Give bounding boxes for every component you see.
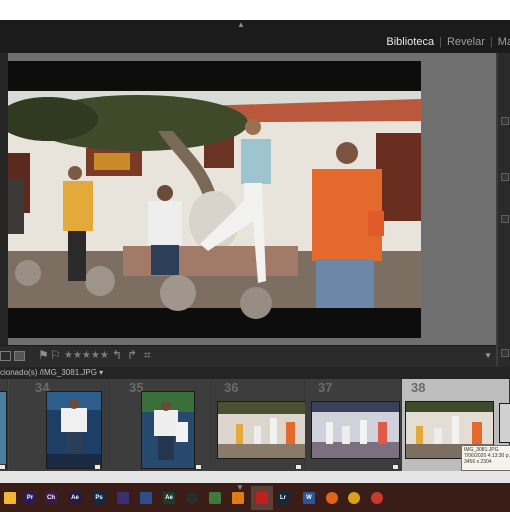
crop-overlay-icon[interactable]: ⌗ [144,348,151,363]
thumbnail[interactable] [46,391,102,469]
photoshop-icon[interactable]: Ps [93,492,105,504]
filmstrip-header: cionado(s) /IMG_3081.JPG ▾ [0,367,510,379]
app-icon[interactable] [117,492,129,504]
cell-number: 36 [224,380,239,395]
filmstrip: 34 35 36 37 38 [0,379,510,471]
filmstrip-cell[interactable]: 37 [305,379,402,471]
tooltip-dimensions: 3456 x 2304 [464,459,492,465]
grid-view-icon[interactable] [0,351,11,361]
thumbnail-image [142,392,194,468]
loupe-toolbar: ⚑ ⚐ ★★★★★ ↰ ↱ ⌗ ▼ [0,345,496,367]
cell-number: 38 [411,380,426,395]
filmstrip-source-path[interactable]: cionado(s) /IMG_3081.JPG ▾ [0,368,103,377]
app-icon[interactable] [209,492,221,504]
module-header: ▲ Biblioteca | Revelar | Ma [0,20,510,53]
thumbnail-badge-icon [295,464,302,470]
cell-number: 37 [318,380,333,395]
taskbar: Pr Ch Ae Ps Ae Lr W [0,483,510,512]
top-margin [0,0,510,20]
thumbnail-next[interactable] [499,403,510,443]
thumbnail-image [312,402,399,458]
loupe-view-icon[interactable] [14,351,25,361]
collapse-top-panel-icon[interactable]: ▲ [237,21,245,29]
rotate-left-icon[interactable]: ↰ [112,348,122,362]
lightroom-icon[interactable]: Lr [277,492,289,504]
star-rating[interactable]: ★★★★★ [64,350,109,361]
thumbnail[interactable] [311,401,400,459]
word-icon[interactable]: W [303,492,315,504]
panel-toggle-icon[interactable] [501,349,509,357]
premiere-pro-icon[interactable]: Pr [24,492,36,504]
firefox-icon[interactable] [326,492,338,504]
panel-toggle-icon[interactable] [501,117,509,125]
module-mapa[interactable]: Ma [493,36,510,48]
obs-icon[interactable] [186,492,198,504]
thumbnail-badge-icon [195,464,202,470]
thumbnail-badge-icon [94,464,101,470]
thumbnail[interactable] [141,391,195,469]
thumbnail-badge-icon [392,464,399,470]
filmstrip-bottom-gap [0,471,510,483]
loupe-workspace [8,53,496,345]
source-dropdown-icon[interactable]: ▾ [99,368,103,377]
thumbnail-image [218,402,305,458]
filmstrip-cell[interactable]: 35 [110,379,211,471]
collapse-filmstrip-icon[interactable]: ▼ [236,484,244,492]
right-panel-collapsed[interactable] [496,53,510,367]
thumbnail-tooltip: IMG_3081.JPG 7/06/2020 4:13:30 p. 3456 x… [461,445,510,471]
panel-toggle-icon[interactable] [501,173,509,181]
thumbnail[interactable] [0,391,7,469]
adobe-app-icon[interactable]: Ae [163,492,175,504]
left-panel-collapsed[interactable] [0,53,8,345]
character-animator-icon[interactable]: Ch [45,492,57,504]
filmstrip-cell[interactable]: 36 [211,379,306,471]
filmstrip-cell[interactable] [0,379,8,471]
file-explorer-icon[interactable] [4,492,16,504]
reject-flag-icon[interactable]: ⚐ [50,348,61,362]
rotate-right-icon[interactable]: ↱ [127,348,137,362]
screen: ▲ Biblioteca | Revelar | Ma ⚑ ⚐ ★★★★★ ↰ … [0,0,510,512]
photo-image [8,61,421,338]
after-effects-icon[interactable]: Ae [69,492,81,504]
filmstrip-cell[interactable]: 34 [9,379,110,471]
acrobat-icon[interactable] [256,492,268,504]
chrome-icon[interactable] [348,492,360,504]
vlc-icon[interactable] [232,492,244,504]
panel-toggle-icon[interactable] [501,215,509,223]
thumbnail-image [47,392,101,468]
module-biblioteca[interactable]: Biblioteca [381,36,439,48]
loupe-photo[interactable] [8,61,421,338]
thumbnail-badge-icon [0,464,6,470]
chrome-icon[interactable] [371,492,383,504]
app-icon[interactable] [140,492,152,504]
toolbar-options-chevron-icon[interactable]: ▼ [484,351,492,360]
module-revelar[interactable]: Revelar [442,36,490,48]
module-picker: Biblioteca | Revelar | Ma [381,36,510,48]
flag-icon[interactable]: ⚑ [38,348,49,362]
thumbnail[interactable] [217,401,306,459]
